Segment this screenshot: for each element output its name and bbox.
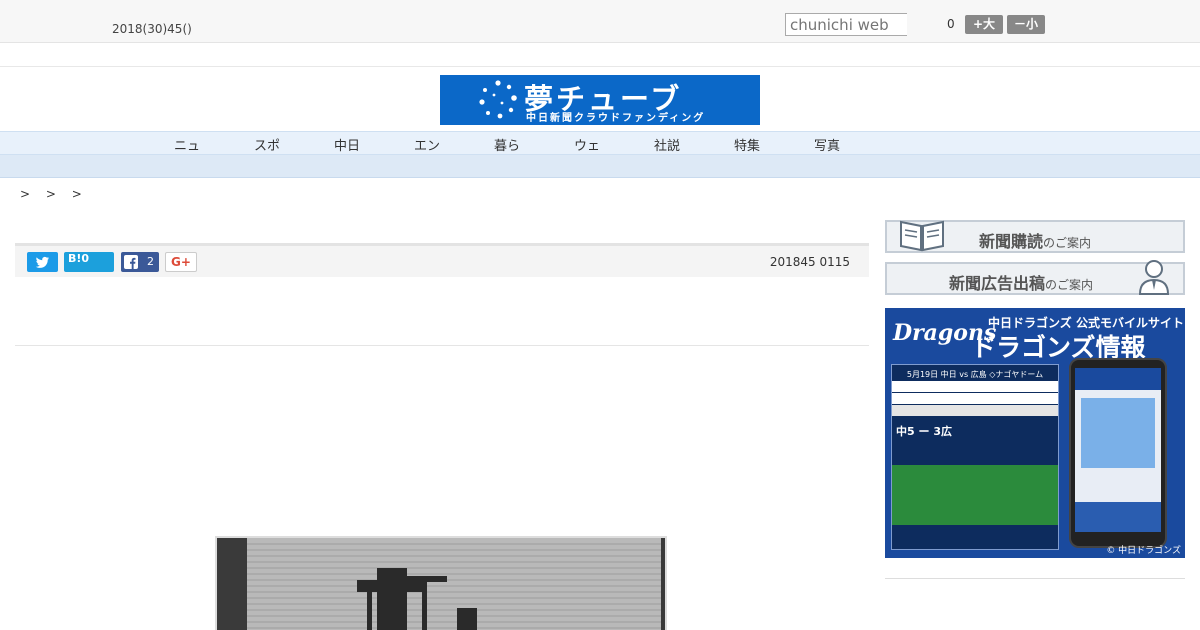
- article-published-date: 201845 0115: [769, 255, 850, 269]
- hatena-bookmark-button[interactable]: B!0: [64, 252, 114, 272]
- baseball-field-graphic: [892, 465, 1058, 525]
- ad-small-text: のご案内: [1045, 278, 1094, 292]
- nav-item-5[interactable]: 暮ら: [477, 135, 537, 154]
- search-input[interactable]: [785, 13, 907, 36]
- nav-item-8[interactable]: 特集: [717, 135, 777, 154]
- yume-tube-logo-banner[interactable]: 夢チューブ 中日新聞クラウドファンディング: [440, 75, 760, 125]
- phone-screen: [1075, 368, 1161, 532]
- nav-item-7[interactable]: 社説: [637, 135, 697, 154]
- match-info: 5月19日 中日 vs 広島 ◇ナゴヤドーム: [906, 370, 1044, 379]
- photo-shutter-scene: [217, 538, 665, 630]
- facebook-share-button[interactable]: 2: [121, 252, 159, 272]
- article-divider: [15, 345, 869, 346]
- person-icon: [1138, 260, 1170, 295]
- dragons-copyright: © 中日ドラゴンズ: [1106, 546, 1181, 556]
- article-photo: [215, 536, 667, 630]
- subscription-small-text: のご案内: [1043, 236, 1092, 250]
- phone-header: [1075, 368, 1161, 390]
- top-utility-bar: 2018(30)45() 0 +大 －小: [0, 0, 1200, 43]
- score-row: [892, 405, 1058, 416]
- phone-menu: [1075, 502, 1161, 532]
- nav-item-2[interactable]: スポ: [237, 135, 297, 154]
- font-bigger-button[interactable]: +大: [965, 15, 1003, 34]
- font-size-value: 0: [947, 17, 955, 31]
- facebook-f-icon: [124, 255, 138, 269]
- smartphone-graphic: [1069, 358, 1167, 548]
- global-nav: ニュ スポ 中日 エン 暮ら ウェ 社説 特集 写真: [0, 131, 1200, 155]
- match-score: 中5 ー 3広: [896, 425, 952, 438]
- phone-photo: [1081, 398, 1155, 468]
- sub-nav: [0, 155, 1200, 178]
- scoreboard-panel: 5月19日 中日 vs 広島 ◇ナゴヤドーム 中5 ー 3広: [891, 364, 1059, 550]
- newspaper-subscription-banner[interactable]: 新聞購読のご案内: [885, 220, 1185, 253]
- twitter-share-button[interactable]: [27, 252, 58, 272]
- nav-item-6[interactable]: ウェ: [557, 135, 617, 154]
- google-plus-share-button[interactable]: G+: [165, 252, 197, 272]
- nav-item-3[interactable]: 中日: [317, 135, 377, 154]
- newspaper-ad-banner[interactable]: 新聞広告出稿のご案内: [885, 260, 1185, 295]
- dots-ring-icon: [479, 80, 517, 119]
- sidebar-divider: [885, 578, 1185, 579]
- dragons-mobile-ad[interactable]: Dragons 中日ドラゴンズ 公式モバイルサイト ドラゴンズ情報 5月19日 …: [885, 308, 1185, 558]
- score-row: [892, 381, 1058, 392]
- header-band: [0, 44, 1200, 67]
- subscription-main-text: 新聞購読: [978, 232, 1043, 251]
- facebook-share-count: 2: [147, 255, 154, 268]
- logo-sub-text: 中日新聞クラウドファンディング: [526, 113, 706, 124]
- share-bar: B!0 2 G+ 201845 0115: [15, 243, 869, 277]
- twitter-bird-icon: [35, 256, 49, 268]
- ad-main-text: 新聞広告出稿: [948, 274, 1045, 293]
- nav-item-9[interactable]: 写真: [797, 135, 857, 154]
- current-date: 2018(30)45(): [112, 22, 192, 36]
- score-row: [892, 393, 1058, 404]
- breadcrumb[interactable]: > > >: [20, 187, 88, 201]
- font-smaller-button[interactable]: －小: [1007, 15, 1045, 34]
- nav-item-1[interactable]: ニュ: [157, 135, 217, 154]
- nav-item-4[interactable]: エン: [397, 135, 457, 154]
